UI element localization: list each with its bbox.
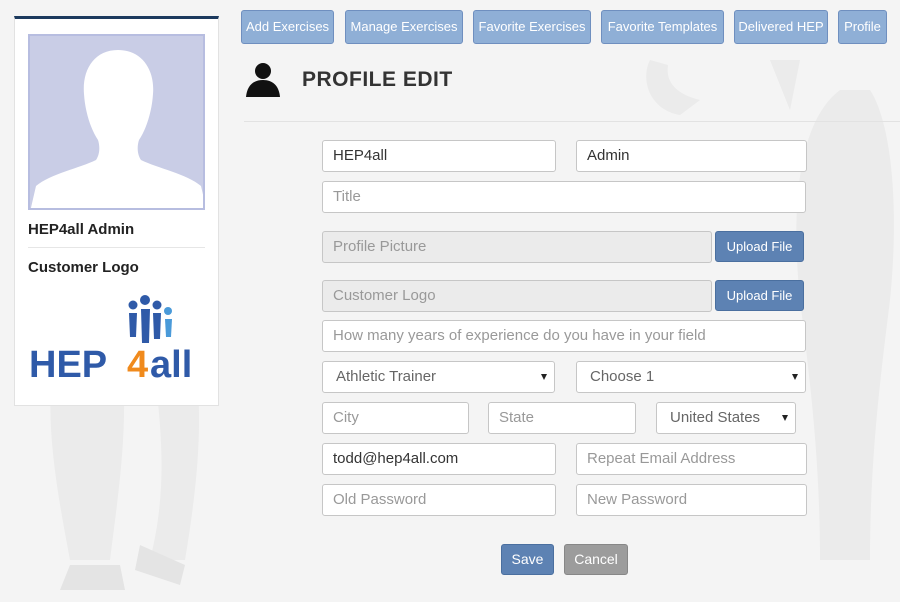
country-select-value: United States (670, 409, 761, 426)
profession-select-value: Athletic Trainer (336, 368, 437, 385)
customer-logo-field[interactable]: Customer Logo (322, 280, 712, 312)
chevron-down-icon (792, 374, 798, 380)
title-field[interactable]: Title (322, 181, 806, 213)
logo-text-number: 4 (127, 344, 148, 383)
upload-customer-logo-button[interactable]: Upload File (715, 280, 804, 311)
upload-profile-picture-button[interactable]: Upload File (715, 231, 804, 262)
nav-manage-exercises-button[interactable]: Manage Exercises (345, 10, 463, 44)
default-avatar-silhouette-icon (30, 50, 203, 208)
nav-favorite-exercises-button[interactable]: Favorite Exercises (473, 10, 591, 44)
old-password-field[interactable]: Old Password (322, 484, 556, 516)
nav-profile-button[interactable]: Profile (838, 10, 887, 44)
profile-card: HEP4all Admin Customer Logo HEP 4 all (14, 16, 219, 406)
chevron-down-icon (782, 415, 788, 421)
first-name-field[interactable]: HEP4all (322, 140, 556, 172)
logo-text-hep: HEP (29, 344, 107, 383)
profile-picture-field[interactable]: Profile Picture (322, 231, 712, 263)
cancel-button[interactable]: Cancel (564, 544, 628, 575)
experience-field[interactable]: How many years of experience do you have… (322, 320, 806, 352)
second-select-value: Choose 1 (590, 368, 655, 385)
second-select[interactable]: Choose 1 (576, 361, 806, 393)
customer-logo: HEP 4 all (27, 293, 203, 386)
heading-divider (244, 121, 900, 122)
nav-favorite-templates-button[interactable]: Favorite Templates (601, 10, 724, 44)
logo-people-icon (128, 295, 172, 343)
state-field[interactable]: State (488, 402, 636, 434)
logo-text-all: all (150, 344, 192, 383)
customer-logo-label: Customer Logo (28, 259, 139, 276)
new-password-field[interactable]: New Password (576, 484, 807, 516)
nav-delivered-hep-button[interactable]: Delivered HEP (734, 10, 828, 44)
city-field[interactable]: City (322, 402, 469, 434)
avatar[interactable] (28, 34, 205, 210)
profile-name: HEP4all Admin (28, 221, 205, 248)
nav-add-exercises-button[interactable]: Add Exercises (241, 10, 334, 44)
profession-select[interactable]: Athletic Trainer (322, 361, 555, 393)
chevron-down-icon (541, 374, 547, 380)
country-select[interactable]: United States (656, 402, 796, 434)
person-icon (246, 63, 280, 97)
repeat-email-field[interactable]: Repeat Email Address (576, 443, 807, 475)
save-button[interactable]: Save (501, 544, 554, 575)
last-name-field[interactable]: Admin (576, 140, 807, 172)
page-title: PROFILE EDIT (302, 68, 453, 91)
email-field[interactable]: todd@hep4all.com (322, 443, 556, 475)
